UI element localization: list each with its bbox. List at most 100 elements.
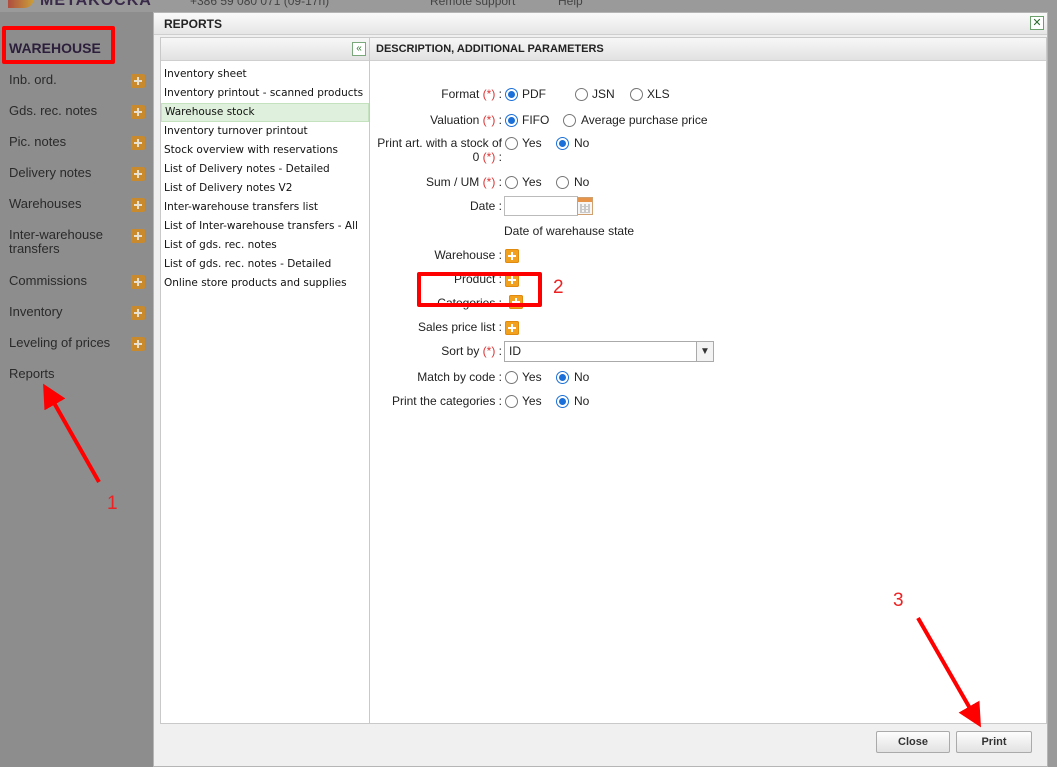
print-zero-stock-no-radio[interactable]	[556, 137, 569, 150]
sum-um-yes-radio[interactable]	[505, 176, 518, 189]
report-item-inventory-printout-scanned[interactable]: Inventory printout - scanned products	[161, 84, 369, 103]
report-item-goods-received-detailed[interactable]: List of gds. rec. notes - Detailed	[161, 255, 369, 274]
sidebar-item-inbound-orders[interactable]: Inb. ord.	[9, 73, 149, 88]
valuation-label: Valuation	[430, 113, 480, 127]
match-by-code-no-radio[interactable]	[556, 371, 569, 384]
sum-um-row: Sum / UM (*) : Yes No	[425, 175, 590, 189]
add-icon[interactable]	[131, 198, 145, 212]
add-icon[interactable]	[131, 229, 145, 243]
format-jsn-label: JSN	[592, 87, 615, 101]
sort-by-select[interactable]: ID ▼	[504, 341, 714, 362]
sidebar-item-delivery-notes[interactable]: Delivery notes	[9, 166, 149, 181]
print-zero-stock-no-label: No	[574, 136, 590, 150]
sales-price-list-label: Sales price list :	[417, 320, 502, 334]
close-button[interactable]: Close	[876, 731, 950, 753]
add-icon[interactable]	[131, 74, 145, 88]
print-categories-row: Print the categories : Yes No	[370, 394, 1047, 410]
annotation-number-1: 1	[107, 493, 118, 514]
sidebar-item-inter-warehouse-transfers[interactable]: Inter-warehouse transfers	[9, 228, 149, 256]
close-icon[interactable]: ✕	[1030, 16, 1044, 30]
print-categories-yes-label: Yes	[522, 394, 542, 408]
format-label: Format	[441, 87, 480, 101]
format-jsn-radio[interactable]	[575, 88, 588, 101]
warehouse-row: Warehouse :	[370, 248, 1047, 264]
dialog-title: REPORTS	[164, 17, 223, 31]
add-icon[interactable]	[131, 275, 145, 289]
print-categories-no-label: No	[574, 394, 590, 408]
valuation-fifo-label: FIFO	[522, 113, 550, 127]
report-item-delivery-notes-v2[interactable]: List of Delivery notes V2	[161, 179, 369, 198]
add-warehouse-icon[interactable]	[505, 249, 519, 263]
print-zero-stock-label: Print art. with a stock of	[377, 136, 502, 150]
report-item-goods-received-notes[interactable]: List of gds. rec. notes	[161, 236, 369, 255]
collapse-panel-icon[interactable]: «	[352, 42, 366, 56]
match-by-code-no-label: No	[574, 370, 590, 384]
format-xls-label: XLS	[647, 87, 670, 101]
calendar-icon[interactable]	[577, 197, 593, 215]
valuation-fifo-radio[interactable]	[505, 114, 518, 127]
sidebar-item-reports[interactable]: Reports	[9, 367, 149, 381]
sidebar-item-goods-received-notes[interactable]: Gds. rec. notes	[9, 104, 149, 119]
valuation-row: Valuation (*) : FIFO Average purchase pr…	[430, 113, 708, 127]
format-row: Format (*) : PDF JSN XLS	[441, 87, 670, 101]
print-zero-stock-row: Print art. with a stock of 0 (*) : Yes No	[377, 136, 590, 164]
dialog-title-bar: REPORTS ✕	[154, 13, 1047, 35]
report-item-delivery-notes-detailed[interactable]: List of Delivery notes - Detailed	[161, 160, 369, 179]
add-icon[interactable]	[131, 136, 145, 150]
logo-mark-icon	[8, 0, 34, 8]
annotation-box-categories	[417, 272, 542, 307]
sum-um-no-radio[interactable]	[556, 176, 569, 189]
format-pdf-radio[interactable]	[505, 88, 518, 101]
app-logo: METAKOCKA	[40, 0, 152, 9]
report-list-header: «	[161, 38, 369, 61]
sales-price-list-row: Sales price list :	[370, 320, 1047, 336]
remote-support-link[interactable]: Remote support	[430, 0, 515, 8]
annotation-number-3: 3	[893, 590, 904, 611]
report-list: Inventory sheet Inventory printout - sca…	[161, 61, 369, 293]
report-item-inter-warehouse-list[interactable]: Inter-warehouse transfers list	[161, 198, 369, 217]
report-item-inter-warehouse-all[interactable]: List of Inter-warehouse transfers - All	[161, 217, 369, 236]
add-icon[interactable]	[131, 306, 145, 320]
report-item-stock-overview-reservations[interactable]: Stock overview with reservations	[161, 141, 369, 160]
help-link[interactable]: Help	[558, 0, 583, 8]
sidebar-item-leveling-of-prices[interactable]: Leveling of prices	[9, 336, 149, 351]
add-sales-price-list-icon[interactable]	[505, 321, 519, 335]
warehouse-sidebar: WAREHOUSE Inb. ord. Gds. rec. notes Pic.…	[0, 12, 153, 767]
support-phone: +386 59 080 071 (09-17h)	[190, 0, 330, 8]
report-item-warehouse-stock[interactable]: Warehouse stock	[161, 103, 369, 122]
date-input[interactable]	[504, 196, 578, 216]
sidebar-item-commissions[interactable]: Commissions	[9, 274, 149, 289]
report-item-online-store-products[interactable]: Online store products and supplies	[161, 274, 369, 293]
parameters-header: DESCRIPTION, ADDITIONAL PARAMETERS	[370, 38, 1046, 61]
print-button[interactable]: Print	[956, 731, 1032, 753]
sum-um-yes-label: Yes	[522, 175, 542, 189]
parameters-panel: DESCRIPTION, ADDITIONAL PARAMETERS Forma…	[370, 37, 1047, 724]
print-categories-no-radio[interactable]	[556, 395, 569, 408]
report-item-inventory-turnover[interactable]: Inventory turnover printout	[161, 122, 369, 141]
match-by-code-yes-radio[interactable]	[505, 371, 518, 384]
app-top-bar: METAKOCKA +386 59 080 071 (09-17h) Remot…	[0, 0, 1057, 12]
add-icon[interactable]	[131, 167, 145, 181]
sidebar-item-inventory[interactable]: Inventory	[9, 305, 149, 320]
print-zero-stock-yes-radio[interactable]	[505, 137, 518, 150]
sidebar-item-pick-notes[interactable]: Pic. notes	[9, 135, 149, 150]
chevron-down-icon[interactable]: ▼	[696, 342, 713, 361]
match-by-code-row: Match by code : Yes No	[370, 370, 1047, 386]
sidebar-item-warehouses[interactable]: Warehouses	[9, 197, 149, 212]
add-icon[interactable]	[131, 105, 145, 119]
sort-by-value: ID	[509, 344, 521, 358]
date-label: Date :	[469, 199, 502, 213]
print-zero-stock-yes-label: Yes	[522, 136, 542, 150]
match-by-code-yes-label: Yes	[522, 370, 542, 384]
sort-by-row: Sort by (*) : ID ▼	[370, 341, 1047, 363]
format-xls-radio[interactable]	[630, 88, 643, 101]
valuation-average-label: Average purchase price	[581, 113, 708, 127]
add-icon[interactable]	[131, 337, 145, 351]
report-item-inventory-sheet[interactable]: Inventory sheet	[161, 65, 369, 84]
match-by-code-label: Match by code :	[417, 370, 502, 384]
sum-um-no-label: No	[574, 175, 590, 189]
date-hint: Date of warehause state	[504, 224, 635, 238]
print-categories-yes-radio[interactable]	[505, 395, 518, 408]
valuation-average-radio[interactable]	[563, 114, 576, 127]
sort-by-label: Sort by	[441, 344, 480, 358]
